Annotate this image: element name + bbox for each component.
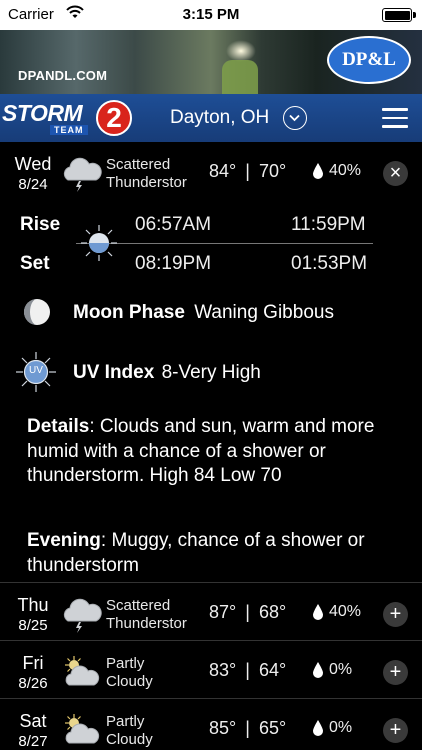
row-separator: [0, 698, 422, 699]
details-text: Details: Clouds and sun, warm and more h…: [27, 415, 397, 489]
thunderstorm-cloud-icon: [60, 595, 102, 633]
temperatures: 84° | 70°: [209, 161, 286, 182]
sunrise-time: 06:57AM: [135, 214, 212, 235]
temp-separator: |: [245, 161, 250, 181]
raindrop-icon: [312, 603, 324, 621]
close-button[interactable]: ×: [383, 161, 408, 186]
divider-line: [76, 243, 373, 244]
day-of-week: Fri: [22, 653, 44, 673]
nav-bar: STORM TEAM 2 Dayton, OH: [0, 94, 422, 142]
raindrop-icon: [312, 719, 324, 737]
precip-chance: 0%: [329, 661, 353, 678]
high-temp: 83°: [209, 660, 237, 680]
condition-line1: Scattered: [106, 597, 171, 614]
moon-phase-label: Moon Phase: [73, 302, 185, 323]
day-of-week: Sat: [19, 711, 47, 731]
storm-team-logo[interactable]: STORM TEAM 2: [2, 100, 134, 136]
battery-icon: [382, 8, 416, 22]
condition-line2: Cloudy: [106, 731, 153, 748]
condition: Scattered Thunderstor: [106, 597, 206, 633]
temperatures: 87° | 68°: [209, 602, 286, 623]
low-temp: 64°: [258, 660, 287, 680]
crescent-moon-icon: [244, 227, 270, 264]
partly-cloudy-icon: [60, 653, 102, 691]
today-row[interactable]: Wed 8/24 Scattered Thunderstor 84° | 70°…: [0, 144, 422, 200]
partly-cloudy-icon: [60, 711, 102, 749]
forecast-row-thu[interactable]: Thu 8/25 Scattered Thunderstor 87° | 68°…: [0, 585, 422, 641]
forecast-row-sat[interactable]: Sat 8/27 Partly Cloudy 85° | 65° 0% +: [0, 701, 422, 750]
day-date: 8/24: [18, 176, 48, 193]
condition-line1: Partly: [106, 713, 145, 730]
high-temp: 84°: [209, 161, 237, 181]
day-of-week: Wed: [14, 154, 52, 174]
dpl-logo: DP&L: [327, 36, 411, 84]
low-temp: 65°: [258, 718, 287, 738]
worker-figure: [222, 60, 258, 94]
raindrop-icon: [312, 661, 324, 679]
day-date: 8/25: [18, 617, 48, 634]
status-bar: Carrier 3:15 PM: [0, 0, 422, 30]
forecast-row-fri[interactable]: Fri 8/26 Partly Cloudy 83° | 64° 0% +: [0, 643, 422, 699]
clock: 3:15 PM: [182, 6, 240, 23]
ad-site-text: DPANDL.COM: [18, 68, 108, 83]
precip-chance: 40%: [329, 603, 362, 620]
headlamp-glow: [226, 40, 256, 62]
row-separator: [0, 640, 422, 641]
evening-label: Evening: [27, 530, 101, 551]
expand-button[interactable]: +: [383, 660, 408, 685]
expand-button[interactable]: +: [383, 602, 408, 627]
moonrise-time: 11:59PM: [291, 214, 366, 235]
raindrop-icon: [312, 162, 324, 180]
condition-line2: Cloudy: [106, 673, 153, 690]
condition-line1: Scattered: [106, 156, 171, 173]
uv-label: UV Index: [73, 362, 155, 383]
condition-line2: Thunderstor: [106, 174, 187, 191]
thunderstorm-cloud-icon: [60, 154, 102, 192]
day-date: 8/27: [18, 733, 48, 750]
condition: Scattered Thunderstor: [106, 156, 206, 192]
evening-text: Evening: Muggy, chance of a shower or th…: [27, 529, 397, 578]
condition-line2: Thunderstor: [106, 615, 187, 632]
chevron-down-icon[interactable]: [283, 106, 307, 130]
ad-banner[interactable]: DPANDL.COM DP&L: [0, 30, 422, 94]
day-of-week: Thu: [17, 595, 49, 615]
uv-index: UV Index 8-Very High: [73, 362, 261, 384]
precip-chance: 0%: [329, 719, 353, 736]
brand-word: STORM: [2, 100, 83, 126]
high-temp: 85°: [209, 718, 237, 738]
high-temp: 87°: [209, 602, 237, 622]
expand-button[interactable]: +: [383, 718, 408, 743]
location-label[interactable]: Dayton, OH: [170, 107, 269, 129]
uv-value: 8-Very High: [161, 362, 261, 383]
temp-separator: |: [245, 602, 250, 622]
moon-phase: Moon Phase Waning Gibbous: [73, 302, 334, 324]
temp-separator: |: [245, 660, 250, 680]
day-date: 8/26: [18, 675, 48, 692]
temp-separator: |: [245, 718, 250, 738]
condition: Partly Cloudy: [106, 655, 206, 691]
low-temp: 68°: [258, 602, 287, 622]
moonset-time: 01:53PM: [291, 253, 368, 274]
sun-icon: [80, 224, 118, 267]
moon-phase-value: Waning Gibbous: [194, 302, 334, 323]
rise-label: Rise: [20, 214, 61, 235]
low-temp: 70°: [258, 161, 287, 181]
sunset-time: 08:19PM: [135, 253, 212, 274]
details-label: Details: [27, 416, 90, 437]
set-label: Set: [20, 253, 50, 274]
condition-line1: Partly: [106, 655, 145, 672]
brand-number: 2: [96, 100, 132, 136]
temperatures: 85° | 65°: [209, 718, 286, 739]
brand-team: TEAM: [50, 125, 88, 135]
hamburger-menu-icon[interactable]: [382, 108, 408, 128]
uv-icon: UV: [14, 350, 58, 394]
row-separator: [0, 582, 422, 583]
precip-chance: 40%: [329, 162, 362, 179]
temperatures: 83° | 64°: [209, 660, 286, 681]
moon-phase-icon: [22, 297, 52, 332]
condition: Partly Cloudy: [106, 713, 206, 749]
uv-icon-text: UV: [29, 365, 43, 376]
